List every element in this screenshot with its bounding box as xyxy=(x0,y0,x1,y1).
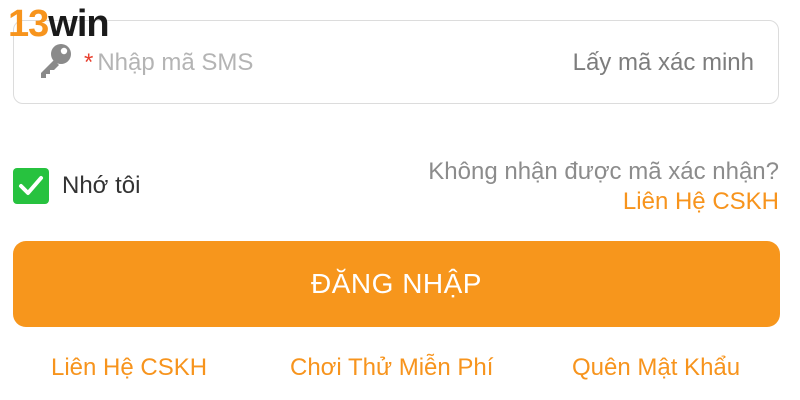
help-section: Không nhận được mã xác nhận? Liên Hệ CSK… xyxy=(428,157,779,217)
remember-me-label: Nhớ tôi xyxy=(62,172,141,199)
remember-me-toggle[interactable]: Nhớ tôi xyxy=(13,168,140,204)
no-code-question: Không nhận được mã xác nhận? xyxy=(428,158,779,185)
sms-placeholder-text: Nhập mã SMS xyxy=(97,49,254,76)
logo-word: win xyxy=(48,3,109,45)
get-verification-code-button[interactable]: Lấy mã xác minh xyxy=(573,49,754,77)
free-play-link[interactable]: Chơi Thử Miễn Phí xyxy=(290,352,493,384)
login-button[interactable]: ĐĂNG NHẬP xyxy=(13,241,780,327)
forgot-password-link[interactable]: Quên Mật Khẩu xyxy=(572,352,740,384)
logo-number: 13 xyxy=(8,3,49,45)
contact-support-bottom-link[interactable]: Liên Hệ CSKH xyxy=(51,352,207,384)
remember-me-checkbox[interactable] xyxy=(13,168,49,204)
brand-logo: 13win xyxy=(8,3,110,45)
sms-code-field[interactable]: * Nhập mã SMS Lấy mã xác minh xyxy=(13,20,779,104)
sms-input-placeholder[interactable]: * Nhập mã SMS xyxy=(84,49,253,77)
contact-support-link[interactable]: Liên Hệ CSKH xyxy=(428,187,779,217)
checkmark-icon xyxy=(19,176,43,195)
required-mark: * xyxy=(84,49,94,76)
bottom-links: Liên Hệ CSKH Chơi Thử Miễn Phí Quên Mật … xyxy=(0,352,800,384)
key-icon xyxy=(36,41,76,81)
